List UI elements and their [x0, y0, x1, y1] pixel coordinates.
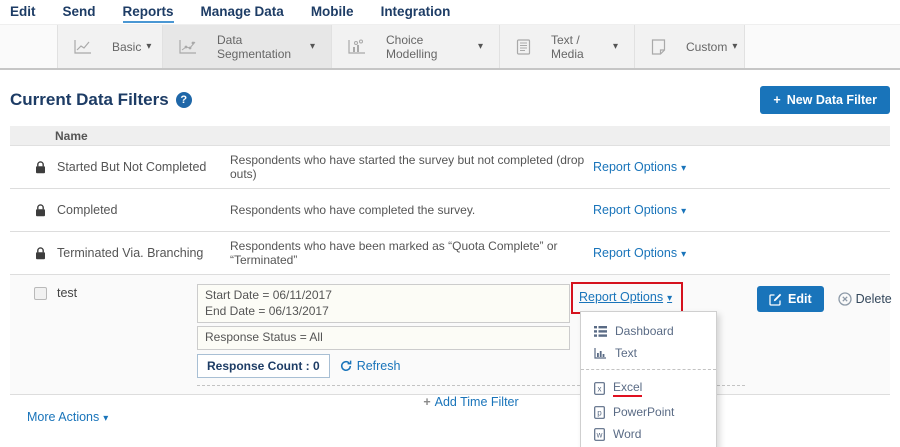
lock-icon [35, 204, 57, 217]
chevron-down-icon: ▾ [681, 206, 686, 217]
response-status-value: Response Status = All [205, 330, 562, 346]
dropdown-item-powerpoint[interactable]: p PowerPoint [581, 401, 716, 423]
plus-icon: + [423, 395, 430, 409]
chevron-down-icon: ▾ [103, 413, 108, 424]
menu-item-edit[interactable]: Edit [10, 4, 36, 21]
tab-label: Text / Media [551, 33, 608, 61]
help-icon[interactable]: ? [176, 92, 192, 108]
page-title: Current Data Filters [10, 90, 169, 110]
annotation-red-underline: Excel [613, 380, 642, 397]
custom-page-icon [651, 39, 666, 55]
filter-name: Terminated Via. Branching [57, 246, 230, 260]
bubble-chart-icon [348, 39, 366, 54]
circle-x-icon [838, 292, 852, 306]
scatter-chart-icon [179, 39, 197, 54]
lock-icon [35, 161, 57, 174]
filter-description: Respondents who have completed the surve… [230, 203, 593, 217]
report-options-link[interactable]: Report Options▾ [593, 203, 890, 217]
table-row-test: test Start Date = 06/11/2017 End Date = … [10, 275, 890, 395]
tab-label: Basic [112, 40, 141, 54]
table-row: Completed Respondents who have completed… [10, 189, 890, 232]
refresh-link[interactable]: Refresh [340, 359, 401, 373]
report-options-dropdown: Dashboard Text x Excel p PowerPoint w Wo… [580, 311, 717, 447]
chevron-down-icon: ▾ [310, 41, 315, 52]
filter-criteria: Start Date = 06/11/2017 End Date = 06/13… [197, 284, 570, 378]
tab-custom[interactable]: Custom ▾ [635, 25, 745, 68]
new-data-filter-label: New Data Filter [787, 93, 877, 107]
dashboard-list-icon [594, 326, 607, 337]
filter-description: Respondents who have started the survey … [230, 153, 593, 181]
report-options-link-test[interactable]: Report Options▾ [579, 290, 672, 304]
tab-text-media[interactable]: Text / Media ▾ [500, 25, 635, 68]
chevron-down-icon: ▾ [667, 293, 672, 304]
menu-item-integration[interactable]: Integration [381, 4, 451, 21]
table-header: Name [10, 126, 890, 146]
tab-label: Choice Modelling [386, 33, 473, 61]
chevron-down-icon: ▾ [732, 41, 737, 52]
report-type-tabs: Basic ▾ Data Segmentation ▾ Choice Model… [0, 24, 900, 70]
edit-label: Edit [788, 292, 812, 306]
tab-label: Custom [686, 40, 727, 54]
menu-item-manage-data[interactable]: Manage Data [201, 4, 284, 21]
delete-button[interactable]: Delete [838, 292, 892, 306]
chevron-down-icon: ▾ [146, 41, 151, 52]
report-options-link[interactable]: Report Options▾ [593, 246, 890, 260]
tab-basic[interactable]: Basic ▾ [57, 25, 163, 68]
column-header-name: Name [55, 129, 88, 143]
table-row: Terminated Via. Branching Respondents wh… [10, 232, 890, 275]
tab-data-segmentation[interactable]: Data Segmentation ▾ [163, 25, 332, 68]
lock-icon [35, 247, 57, 260]
powerpoint-file-icon: p [594, 406, 605, 419]
dropdown-item-text[interactable]: Text [581, 342, 716, 364]
document-text-icon [516, 39, 531, 55]
svg-text:w: w [596, 430, 603, 439]
row-checkbox[interactable] [34, 287, 47, 300]
page-header: Current Data Filters ? + New Data Filter [10, 86, 890, 114]
new-data-filter-button[interactable]: + New Data Filter [760, 86, 890, 114]
dropdown-separator [581, 369, 716, 370]
edit-button[interactable]: Edit [757, 286, 824, 312]
chevron-down-icon: ▾ [613, 41, 618, 52]
svg-text:p: p [597, 408, 602, 417]
report-options-link[interactable]: Report Options▾ [593, 160, 890, 174]
add-time-filter-link[interactable]: +Add Time Filter [423, 395, 518, 409]
start-date-value: Start Date = 06/11/2017 [205, 288, 562, 304]
refresh-icon [340, 360, 352, 372]
svg-text:x: x [598, 385, 602, 394]
tab-label: Data Segmentation [217, 33, 305, 61]
chevron-down-icon: ▾ [681, 249, 686, 260]
table-row: Started But Not Completed Respondents wh… [10, 146, 890, 189]
annotation-red-box: Report Options▾ [571, 282, 683, 314]
filter-description: Respondents who have been marked as “Quo… [230, 239, 593, 267]
excel-file-icon: x [594, 382, 605, 395]
filter-name: test [57, 284, 197, 300]
chevron-down-icon: ▾ [681, 163, 686, 174]
dropdown-item-excel[interactable]: x Excel [581, 376, 716, 401]
dropdown-item-dashboard[interactable]: Dashboard [581, 320, 716, 342]
filter-name: Started But Not Completed [57, 160, 230, 174]
word-file-icon: w [594, 428, 605, 441]
dropdown-item-word[interactable]: w Word [581, 423, 716, 445]
date-range-box: Start Date = 06/11/2017 End Date = 06/13… [197, 284, 570, 323]
bar-chart-icon [594, 348, 607, 359]
more-actions-link[interactable]: More Actions▾ [27, 410, 108, 424]
menu-item-mobile[interactable]: Mobile [311, 4, 354, 21]
response-count-badge: Response Count : 0 [197, 354, 330, 378]
tab-choice-modelling[interactable]: Choice Modelling ▾ [332, 25, 500, 68]
end-date-value: End Date = 06/13/2017 [205, 304, 562, 320]
menu-item-send[interactable]: Send [63, 4, 96, 21]
plus-icon: + [773, 93, 780, 107]
line-chart-icon [74, 39, 92, 54]
delete-label: Delete [856, 292, 892, 306]
chevron-down-icon: ▾ [478, 41, 483, 52]
menu-item-reports[interactable]: Reports [123, 4, 174, 23]
response-status-box: Response Status = All [197, 326, 570, 350]
pencil-icon [769, 293, 782, 306]
top-menu: Edit Send Reports Manage Data Mobile Int… [0, 0, 900, 24]
filter-name: Completed [57, 203, 230, 217]
